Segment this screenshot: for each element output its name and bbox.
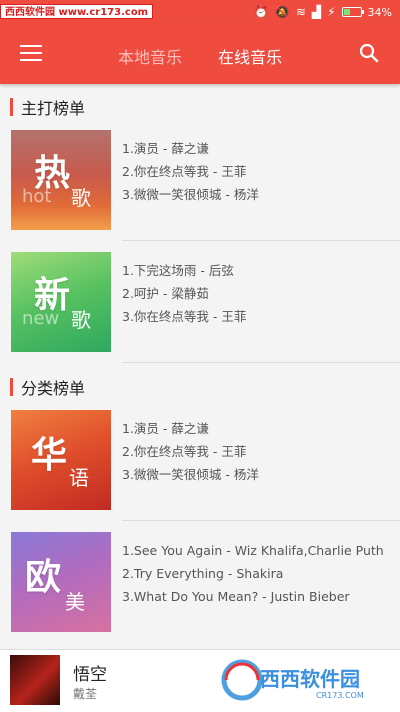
song-line: 2.呵护 - 梁静茹 [122, 286, 209, 301]
song-line: 3.你在终点等我 - 王菲 [122, 309, 247, 324]
song-line: 1.See You Again - Wiz Khalifa,Charlie Pu… [122, 543, 384, 558]
charging-icon: ⚡ [327, 5, 336, 19]
cover-main-char: 欧 [25, 557, 62, 598]
cover-chinese: 华 语 [11, 410, 111, 510]
cover-main-char: 华 [31, 435, 68, 476]
logo-url: CR173.COM [316, 691, 364, 700]
alarm-icon: ⏰ [253, 5, 269, 19]
chart-row-western[interactable]: 欧 美 1.See You Again - Wiz Khalifa,Charli… [0, 522, 400, 643]
song-line: 2.Try Everything - Shakira [122, 566, 284, 581]
song-line: 3.What Do You Mean? - Justin Bieber [122, 589, 350, 604]
cover-english: new [22, 308, 60, 329]
logo-brand: 西西软件园 [260, 667, 360, 691]
section-accent-bar [10, 378, 13, 396]
song-list: 1.See You Again - Wiz Khalifa,Charlie Pu… [122, 539, 384, 608]
row-divider [122, 240, 400, 241]
cover-sub-char: 美 [65, 590, 85, 614]
cover-hot: 热 歌 hot [11, 130, 111, 230]
section-title-text: 主打榜单 [21, 99, 86, 118]
section-title-category-charts: 分类榜单 [10, 377, 86, 398]
battery-percent: 34% [367, 5, 392, 19]
mute-icon: 🔕 [274, 5, 290, 19]
now-playing-artist: 戴荃 [73, 687, 98, 701]
cover-sub-char: 语 [69, 466, 89, 490]
row-divider [122, 520, 400, 521]
section-title-text: 分类榜单 [21, 379, 86, 398]
chart-row-hot[interactable]: 热 歌 hot 1.演员 - 薛之谦 2.你在终点等我 - 王菲 3.微微一笑很… [0, 120, 400, 241]
row-divider [122, 362, 400, 363]
section-accent-bar [10, 98, 13, 116]
album-art [10, 655, 60, 705]
status-icons: ⏰ 🔕 ≋ ▟ ⚡ 34% [254, 0, 392, 24]
tab-online-music[interactable]: 在线音乐 [218, 44, 282, 68]
song-list: 1.演员 - 薛之谦 2.你在终点等我 - 王菲 3.微微一笑很倾城 - 杨洋 [122, 417, 259, 486]
wifi-icon: ≋ [295, 5, 306, 19]
song-line: 3.微微一笑很倾城 - 杨洋 [122, 467, 259, 482]
cover-sub-char: 歌 [71, 308, 91, 332]
battery-icon [341, 7, 364, 17]
watermark-label: 西西软件园 www.cr173.com [0, 4, 154, 19]
cover-english: hot [22, 186, 52, 207]
song-line: 1.下完这场雨 - 后弦 [122, 263, 234, 278]
song-list: 1.下完这场雨 - 后弦 2.呵护 - 梁静茹 3.你在终点等我 - 王菲 [122, 259, 246, 328]
signal-icon: ▟ [311, 5, 322, 19]
song-line: 3.微微一笑很倾城 - 杨洋 [122, 187, 259, 202]
chart-row-new[interactable]: 新 歌 new 1.下完这场雨 - 后弦 2.呵护 - 梁静茹 3.你在终点等我… [0, 242, 400, 363]
mini-player[interactable]: 悟空 戴荃 西西软件园 CR173.COM [0, 649, 400, 712]
song-line: 1.演员 - 薛之谦 [122, 141, 209, 156]
cover-western: 欧 美 [11, 532, 111, 632]
chart-row-chinese[interactable]: 华 语 1.演员 - 薛之谦 2.你在终点等我 - 王菲 3.微微一笑很倾城 -… [0, 400, 400, 521]
cover-sub-char: 歌 [71, 186, 91, 210]
menu-icon[interactable] [20, 45, 42, 63]
song-line: 2.你在终点等我 - 王菲 [122, 444, 247, 459]
song-line: 1.演员 - 薛之谦 [122, 421, 209, 436]
now-playing-title: 悟空 [73, 665, 107, 685]
search-icon[interactable] [359, 43, 379, 63]
app-bar: 本地音乐 在线音乐 [0, 24, 400, 84]
status-bar: 西西软件园 www.cr173.com ⏰ 🔕 ≋ ▟ ⚡ 34% [0, 0, 400, 24]
song-line: 2.你在终点等我 - 王菲 [122, 164, 247, 179]
site-logo-watermark: 西西软件园 CR173.COM [221, 659, 364, 701]
cover-new: 新 歌 new [11, 252, 111, 352]
song-list: 1.演员 - 薛之谦 2.你在终点等我 - 王菲 3.微微一笑很倾城 - 杨洋 [122, 137, 259, 206]
tab-local-music[interactable]: 本地音乐 [118, 44, 182, 68]
section-title-main-charts: 主打榜单 [10, 97, 86, 118]
